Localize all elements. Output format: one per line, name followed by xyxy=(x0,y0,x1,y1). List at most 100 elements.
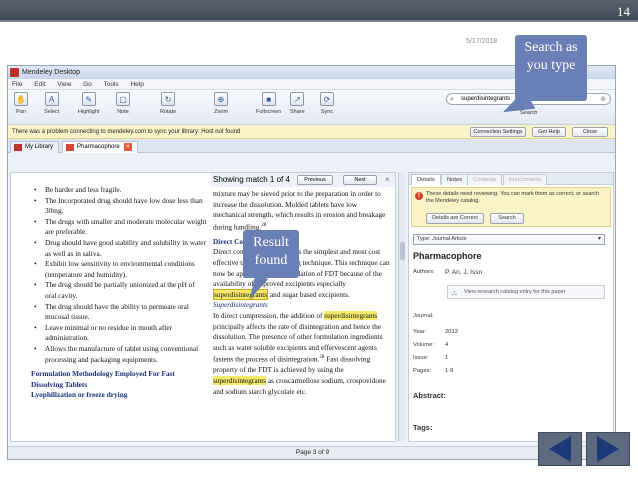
text-select-icon: A xyxy=(44,92,59,106)
sync-warning-bar: There was a problem connecting to mendel… xyxy=(8,125,615,139)
page-indicator: Page 3 of 9 xyxy=(295,449,330,456)
authors-field: Authors: P. An, J. Issn xyxy=(413,269,483,276)
pages-field: Pages: 1-9 xyxy=(413,368,454,374)
rotate-icon: ↻ xyxy=(161,92,176,106)
arrow-left-icon xyxy=(549,436,571,462)
fullscreen-button[interactable]: ■ Fullscreen xyxy=(256,92,281,115)
mendeley-window: Mendeley Desktop File Edit View Go Tools… xyxy=(7,65,616,460)
tab-contents[interactable]: Contents xyxy=(467,174,503,185)
paragraph: In direct compression, the addition of s… xyxy=(213,310,386,396)
get-help-button[interactable]: Get Help xyxy=(532,127,566,137)
menu-help[interactable]: Help xyxy=(130,81,143,88)
connection-settings-button[interactable]: Connection Settings xyxy=(470,127,526,137)
search-callout: Search as you type xyxy=(515,35,587,101)
document-tabs: My Library Pharmacophore × xyxy=(8,139,615,153)
select-button[interactable]: A Select xyxy=(44,92,59,115)
find-bar: Showing match 1 of 4 Previous Next × xyxy=(211,173,395,187)
pan-button[interactable]: ✋ Pan xyxy=(14,92,28,115)
year-field: Year: 2013 xyxy=(413,329,458,335)
list-item: Drug should have good stability and solu… xyxy=(31,238,207,259)
chevron-down-icon: ▾ xyxy=(597,236,601,242)
slide-date: 5/17/2018 xyxy=(466,38,498,45)
note-button[interactable]: ▢ Note xyxy=(116,92,130,115)
menu-view[interactable]: View xyxy=(57,81,71,88)
search-icon: ⌕ xyxy=(450,96,454,103)
previous-slide-button[interactable] xyxy=(538,432,582,466)
catalog-entry-link[interactable]: ⛬ View research catalog entry for this pa… xyxy=(447,285,605,299)
list-item: The Incorporated drug should have low do… xyxy=(31,196,207,217)
details-panel: Details Notes Contents Enrichments ! The… xyxy=(408,172,614,442)
result-callout: Result found xyxy=(243,230,299,278)
fullscreen-icon: ■ xyxy=(261,92,276,106)
list-item: Leave minimal or no residue in mouth aft… xyxy=(31,323,207,344)
tab-details[interactable]: Details xyxy=(411,174,441,185)
rotate-button[interactable]: ↻ Rotate xyxy=(160,92,176,115)
pdf-right-column: mixture may be sieved prior to the prepa… xyxy=(213,189,391,397)
highlighter-icon: ✎ xyxy=(81,92,96,106)
document-title: Pharmacophore xyxy=(413,251,482,261)
next-slide-button[interactable] xyxy=(586,432,630,466)
tab-notes[interactable]: Notes xyxy=(441,174,469,185)
issue-field: Issue: 1 xyxy=(413,355,449,361)
share-button[interactable]: ↗ Share xyxy=(290,92,305,115)
section-heading: Direct Compression xyxy=(213,236,275,246)
journal-field: Journal: xyxy=(413,313,434,319)
close-warning-button[interactable]: Close xyxy=(572,127,608,137)
warning-icon: ! xyxy=(415,192,423,200)
close-tab-icon[interactable]: × xyxy=(123,143,132,151)
details-tabs: Details Notes Contents Enrichments xyxy=(409,173,613,185)
slide-header-band xyxy=(0,0,638,22)
status-bar: Page 3 of 9 xyxy=(8,446,615,459)
search-match[interactable]: superdisintegrants xyxy=(324,310,378,320)
pdf-scrollbar[interactable] xyxy=(398,172,405,442)
menu-file[interactable]: File xyxy=(12,81,22,88)
menu-edit[interactable]: Edit xyxy=(34,81,45,88)
arrow-right-icon xyxy=(597,436,619,462)
library-icon xyxy=(14,144,22,151)
section-subheading: Superdisintegrants xyxy=(213,300,268,310)
type-select[interactable]: Type: Journal Article ▾ xyxy=(413,234,605,245)
highlight-button[interactable]: ✎ Highlight xyxy=(78,92,99,115)
window-title: Mendeley Desktop xyxy=(22,69,80,76)
review-notice: ! These details need reviewing. You can … xyxy=(411,187,611,227)
menu-go[interactable]: Go xyxy=(83,81,92,88)
abstract-label: Abstract: xyxy=(413,391,446,400)
details-are-correct-button[interactable]: Details are Correct xyxy=(426,213,484,224)
list-item: The drugs with smaller and moderate mole… xyxy=(31,217,207,238)
pdf-icon xyxy=(66,144,74,151)
share-icon: ↗ xyxy=(290,92,305,106)
pdf-left-column: Be harder and less fragile. The Incorpor… xyxy=(31,185,207,401)
list-item: Allows the manufacture of tablet using c… xyxy=(31,344,207,365)
scrollbar-thumb[interactable] xyxy=(400,242,405,260)
review-notice-text: These details need reviewing. You can ma… xyxy=(426,191,600,204)
close-find-icon[interactable]: × xyxy=(385,173,390,187)
sync-button[interactable]: ⟳ Sync xyxy=(320,92,334,115)
menu-tools[interactable]: Tools xyxy=(103,81,118,88)
previous-match-button[interactable]: Previous xyxy=(297,175,333,185)
section-heading: Formulation Methodology Employed For Fas… xyxy=(31,369,175,389)
zoom-icon: ⊕ xyxy=(214,92,229,106)
list-item: Exhibit low sensitivity to environmental… xyxy=(31,259,207,280)
paragraph: mixture may be sieved prior to the prepa… xyxy=(213,189,386,232)
list-item: The drug should have the ability to perm… xyxy=(31,302,207,323)
hand-icon: ✋ xyxy=(14,92,28,106)
sync-icon: ⟳ xyxy=(320,92,334,106)
paragraph: Direct compression represents the simple… xyxy=(213,247,390,300)
catalog-icon: ⛬ xyxy=(452,290,457,297)
sync-warning-text: There was a problem connecting to mendel… xyxy=(12,129,241,135)
note-icon: ▢ xyxy=(116,92,130,106)
zoom-button[interactable]: ⊕ Zoom xyxy=(214,92,228,115)
mendeley-logo-icon xyxy=(10,68,19,77)
pdf-viewer: Be harder and less fragile. The Incorpor… xyxy=(10,172,396,442)
tab-my-library[interactable]: My Library xyxy=(10,141,60,153)
tab-enrichments[interactable]: Enrichments xyxy=(503,174,548,185)
match-status: Showing match 1 of 4 xyxy=(213,175,290,184)
tab-pharmacophore[interactable]: Pharmacophore × xyxy=(62,141,138,153)
list-item: The drug should be partially unionized a… xyxy=(31,280,207,301)
next-match-button[interactable]: Next xyxy=(343,175,377,185)
clear-search-icon[interactable]: ⊗ xyxy=(600,94,606,105)
volume-field: Volume: 4 xyxy=(413,342,449,348)
search-match[interactable]: superdisintegrants xyxy=(213,375,267,385)
catalog-search-button[interactable]: Search xyxy=(490,213,524,224)
section-subheading: Lyophilization or freeze drying xyxy=(31,390,128,400)
